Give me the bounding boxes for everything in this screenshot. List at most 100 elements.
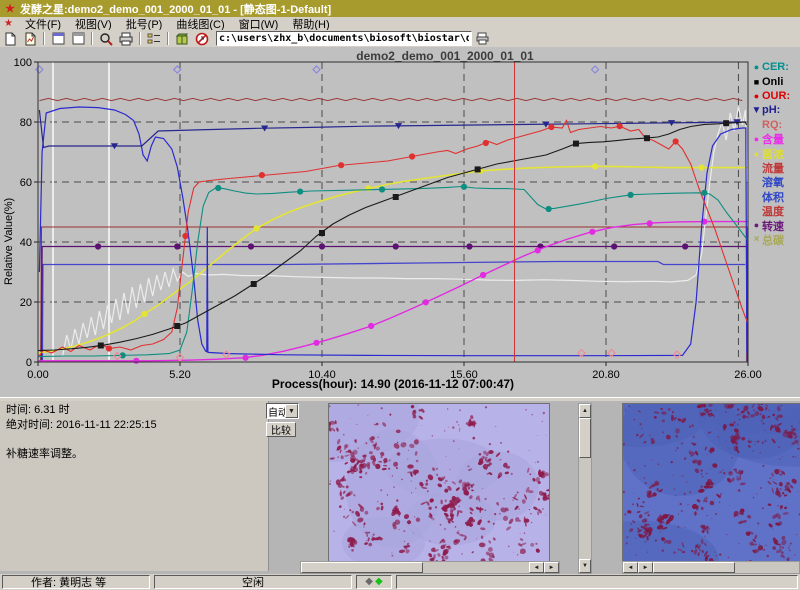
menu-item-3[interactable]: 曲线图(C): [169, 19, 231, 31]
status-author: 作者: 黄明志 等: [2, 575, 150, 589]
print-icon[interactable]: [117, 31, 135, 46]
scroll-down-icon[interactable]: ▼: [579, 559, 591, 573]
auto-dropdown-value: 自动: [267, 404, 285, 419]
menu-item-2[interactable]: 批号(P): [119, 19, 170, 31]
legend-marker-icon: ●: [751, 62, 762, 72]
gray-diamond-icon: ◆: [365, 577, 373, 587]
horizontal-scrollbar-left[interactable]: ◄ ►: [300, 561, 560, 574]
legend-marker-icon: ●: [751, 149, 762, 159]
legend-item-0: ●CER:: [751, 60, 800, 74]
menu-item-4[interactable]: 窗口(W): [232, 19, 286, 31]
legend-label: Onli: [762, 76, 783, 88]
note-line-1: 绝对时间: 2016-11-11 22:25:15: [6, 419, 268, 432]
legend-item-12: ×总碳: [751, 233, 800, 247]
legend-marker-icon: ▼: [751, 105, 762, 116]
chart-legend: ●CER:■Onli●OUR:▼pH:RQ:●含量●菌浓流量溶氧体积温度●转速×…: [751, 60, 800, 247]
note-line-0: 时间: 6.31 时: [6, 404, 268, 417]
menu-item-5[interactable]: 帮助(H): [285, 19, 336, 31]
scroll-thumb[interactable]: [653, 562, 735, 573]
svg-text:80: 80: [20, 117, 32, 129]
toolbar-separator: [139, 32, 141, 45]
scroll-left-icon[interactable]: ◄: [623, 562, 638, 573]
open-graph-icon[interactable]: [21, 31, 39, 46]
legend-marker-icon: ■: [751, 77, 762, 87]
trend-chart[interactable]: 0.005.2010.4015.6020.8026.00020406080100: [0, 47, 800, 397]
scroll-thumb[interactable]: [579, 418, 591, 458]
compare-button[interactable]: 比较: [266, 422, 296, 437]
svg-text:40: 40: [20, 237, 32, 249]
scroll-up-icon[interactable]: ▲: [579, 404, 591, 418]
legend-item-5: ●含量: [751, 132, 800, 146]
document-star-icon[interactable]: ★: [4, 18, 13, 29]
bottom-panel: 时间: 6.31 时绝对时间: 2016-11-11 22:25:15 补糖速率调…: [0, 401, 800, 574]
menu-item-0[interactable]: 文件(F): [18, 19, 68, 31]
legend-label: 总碳: [762, 232, 784, 248]
title-bar: ★ 发酵之星:demo2_demo_001_2000_01_01 - [静态图-…: [0, 0, 800, 17]
status-empty: [396, 575, 798, 589]
legend-marker-icon: ●: [751, 91, 762, 101]
status-indicators: ◆ ◆: [356, 575, 392, 589]
menu-bar: ★ 文件(F)视图(V)批号(P)曲线图(C)窗口(W)帮助(H): [0, 17, 800, 30]
new-document-icon[interactable]: [1, 31, 19, 46]
package-icon[interactable]: [173, 31, 191, 46]
y-axis-label: Relative Value(%): [3, 198, 15, 285]
legend-label: pH:: [762, 104, 780, 116]
toolbar: [0, 30, 800, 48]
note-line-3: 补糖速率调整。: [6, 448, 268, 461]
legend-item-7: 流量: [751, 161, 800, 175]
chart-title: demo2_demo_001_2000_01_01: [356, 49, 533, 63]
scroll-track[interactable]: [579, 418, 591, 559]
stop-clock-icon[interactable]: [193, 31, 211, 46]
legend-marker-icon: ×: [751, 234, 762, 245]
scroll-track[interactable]: [301, 562, 529, 573]
svg-text:100: 100: [14, 57, 32, 69]
chevron-down-icon[interactable]: ▼: [285, 404, 298, 418]
scroll-right-icon[interactable]: ►: [544, 562, 559, 573]
horizontal-scrollbar-right[interactable]: ◄ ►: [622, 561, 800, 574]
legend-item-6: ●菌浓: [751, 146, 800, 160]
legend-label: RQ:: [762, 119, 782, 131]
window-tile-icon[interactable]: [49, 31, 67, 46]
series-溶氧: [39, 107, 747, 356]
menu-item-1[interactable]: 视图(V): [68, 19, 119, 31]
legend-item-4: RQ:: [751, 118, 800, 132]
report-list-icon[interactable]: [145, 31, 163, 46]
legend-item-1: ■Onli: [751, 74, 800, 88]
green-diamond-icon: ◆: [375, 577, 383, 587]
legend-item-11: ●转速: [751, 218, 800, 232]
x-axis-label: Process(hour): 14.90 (2016-11-12 07:00:4…: [38, 377, 748, 391]
legend-marker-icon: ●: [751, 134, 762, 144]
series-RQ: [63, 107, 748, 356]
svg-text:20: 20: [20, 297, 32, 309]
status-state: 空闲: [154, 575, 352, 589]
scroll-right-icon[interactable]: ►: [638, 562, 653, 573]
application-window: ★ 发酵之星:demo2_demo_001_2000_01_01 - [静态图-…: [0, 0, 800, 590]
toolbar-separator: [43, 32, 45, 45]
legend-item-8: 溶氧: [751, 175, 800, 189]
printer-small-icon[interactable]: [473, 31, 491, 46]
legend-label: CER:: [762, 61, 789, 73]
path-input[interactable]: [216, 31, 472, 46]
legend-item-3: ▼pH:: [751, 103, 800, 117]
vertical-scrollbar[interactable]: ▲ ▼: [578, 403, 592, 574]
micrograph-right[interactable]: [622, 403, 800, 563]
zoom-icon[interactable]: [97, 31, 115, 46]
micrograph-left[interactable]: [328, 403, 550, 563]
auto-dropdown[interactable]: 自动 ▼: [266, 403, 299, 419]
legend-item-2: ●OUR:: [751, 89, 800, 103]
note-line-2: [6, 434, 268, 446]
svg-text:60: 60: [20, 177, 32, 189]
legend-label: OUR:: [762, 90, 790, 102]
scroll-thumb[interactable]: [301, 562, 423, 573]
window-cascade-icon[interactable]: [69, 31, 87, 46]
svg-text:0: 0: [26, 357, 32, 369]
window-title: 发酵之星:demo2_demo_001_2000_01_01 - [静态图-1-…: [20, 1, 331, 17]
series-pH: [39, 110, 745, 148]
toolbar-separator: [91, 32, 93, 45]
image-controls: 自动 ▼ 比较: [266, 403, 300, 437]
scroll-left-icon[interactable]: ◄: [529, 562, 544, 573]
legend-item-9: 体积: [751, 190, 800, 204]
scroll-track[interactable]: [653, 562, 799, 573]
series-温度: [39, 98, 742, 100]
event-notes-panel[interactable]: 时间: 6.31 时绝对时间: 2016-11-11 22:25:15 补糖速率调…: [0, 401, 269, 571]
